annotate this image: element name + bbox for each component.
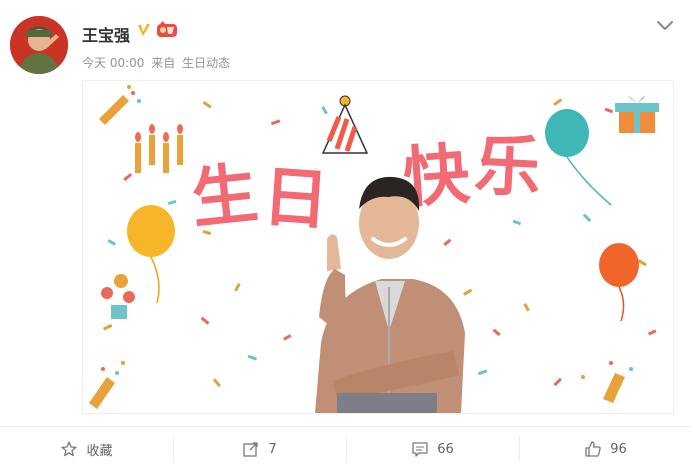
author-name[interactable]: 王宝强 bbox=[82, 22, 130, 46]
post-image[interactable]: 生 日 快 乐 bbox=[82, 80, 674, 414]
like-count: 96 bbox=[610, 441, 627, 457]
verified-icon bbox=[138, 24, 150, 36]
action-bar: 收藏 7 66 96 bbox=[0, 426, 692, 471]
chevron-down-icon[interactable] bbox=[654, 14, 676, 36]
comment-button[interactable]: 66 bbox=[346, 427, 519, 471]
headline-char: 生 bbox=[188, 156, 261, 236]
comment-icon bbox=[412, 442, 428, 457]
headline-char: 乐 bbox=[473, 128, 543, 205]
favorite-label: 收藏 bbox=[86, 443, 113, 459]
favorite-button[interactable]: 收藏 bbox=[0, 427, 173, 471]
repost-icon bbox=[243, 442, 259, 457]
like-icon bbox=[585, 441, 601, 457]
comment-count: 66 bbox=[437, 441, 454, 457]
repost-button[interactable]: 7 bbox=[173, 427, 346, 471]
repost-count: 7 bbox=[268, 441, 277, 457]
avatar[interactable] bbox=[10, 16, 68, 74]
headline-char: 日 bbox=[260, 159, 331, 237]
post-time: 今天 00:00 bbox=[82, 56, 145, 70]
source-prefix: 来自 bbox=[151, 56, 176, 70]
like-button[interactable]: 96 bbox=[519, 427, 692, 471]
post-source[interactable]: 生日动态 bbox=[182, 56, 230, 70]
star-icon bbox=[61, 441, 78, 457]
vip-icon[interactable] bbox=[156, 21, 178, 39]
post-meta: 今天 00:00 来自 生日动态 bbox=[82, 54, 233, 71]
